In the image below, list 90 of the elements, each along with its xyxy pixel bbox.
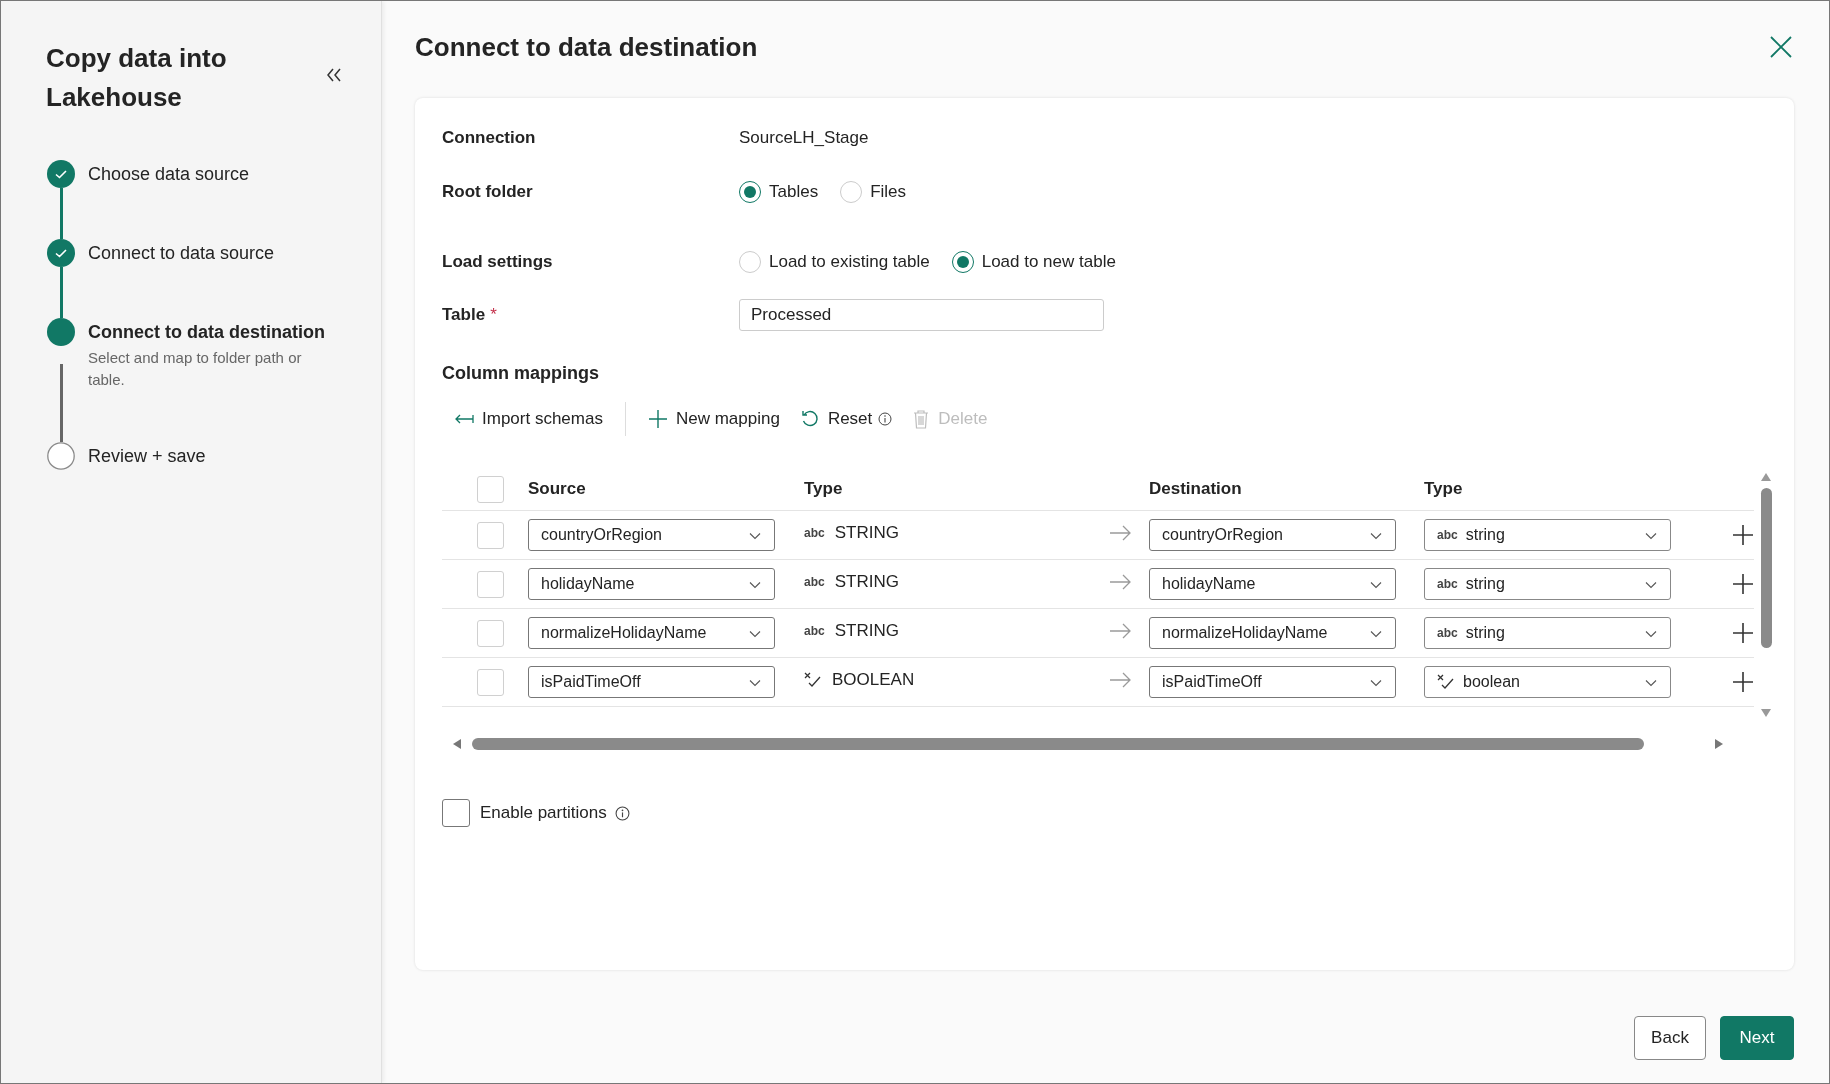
next-button[interactable]: Next bbox=[1720, 1016, 1794, 1060]
destination-column-dropdown[interactable]: normalizeHolidayName bbox=[1149, 617, 1396, 649]
collapse-icon[interactable] bbox=[325, 67, 343, 83]
chevron-down-icon bbox=[1645, 532, 1657, 540]
chevron-down-icon bbox=[749, 532, 761, 540]
toolbar-button[interactable]: Import schemas bbox=[454, 409, 615, 429]
toolbar-button[interactable]: Reset bbox=[799, 409, 905, 429]
scroll-up-icon[interactable] bbox=[1760, 472, 1772, 482]
source-column-dropdown[interactable]: holidayName bbox=[528, 568, 775, 600]
radio-option[interactable]: Load to existing table bbox=[739, 251, 930, 273]
add-icon[interactable] bbox=[1732, 671, 1754, 693]
destination-column-dropdown[interactable]: holidayName bbox=[1149, 568, 1396, 600]
column-header: Type bbox=[1424, 479, 1464, 499]
row-checkbox[interactable] bbox=[476, 521, 504, 549]
checkbox-label: Enable partitions bbox=[480, 803, 607, 823]
source-column-dropdown[interactable]: normalizeHolidayName bbox=[528, 617, 775, 649]
plus-icon bbox=[647, 409, 668, 429]
source-column-dropdown[interactable]: isPaidTimeOff bbox=[528, 666, 775, 698]
source-type-label: STRING bbox=[834, 621, 899, 641]
arrow-icon bbox=[1110, 525, 1132, 541]
string-type-icon: abc bbox=[1437, 626, 1458, 640]
required-asterisk: * bbox=[490, 305, 497, 325]
step-label: Connect to data source bbox=[88, 243, 275, 264]
source-type-label: BOOLEAN bbox=[832, 670, 915, 690]
arrow-icon bbox=[1110, 574, 1132, 590]
add-icon[interactable] bbox=[1732, 524, 1754, 546]
destination-type-dropdown[interactable]: abc string bbox=[1424, 617, 1671, 649]
scroll-down-icon[interactable] bbox=[1760, 708, 1772, 718]
chevron-down-icon bbox=[1645, 630, 1657, 638]
row-checkbox[interactable] bbox=[476, 668, 504, 696]
destination-type-dropdown[interactable]: abc string bbox=[1424, 568, 1671, 600]
trash-icon bbox=[912, 409, 931, 429]
source-column-dropdown[interactable]: countryOrRegion bbox=[528, 519, 775, 551]
add-icon[interactable] bbox=[1732, 622, 1754, 644]
column-header: Destination bbox=[1149, 479, 1243, 499]
table-name-field[interactable]: Processed bbox=[739, 299, 1104, 331]
close-icon[interactable] bbox=[1770, 36, 1792, 58]
chevron-down-icon bbox=[749, 679, 761, 687]
partitions-checkbox[interactable] bbox=[442, 799, 470, 827]
toolbar-button[interactable]: New mapping bbox=[647, 409, 792, 429]
scroll-right-icon[interactable] bbox=[1714, 738, 1724, 750]
field-label: Root folder bbox=[442, 182, 534, 202]
arrow-icon bbox=[1110, 623, 1132, 639]
column-header: Type bbox=[804, 479, 844, 499]
field-label: Connection bbox=[442, 128, 537, 148]
info-icon[interactable] bbox=[614, 805, 630, 821]
radio-option[interactable]: Load to new table bbox=[951, 251, 1116, 273]
string-type-icon: abc bbox=[804, 575, 825, 589]
string-type-icon: abc bbox=[1437, 528, 1458, 542]
arrow-icon bbox=[1110, 672, 1132, 688]
chevron-down-icon bbox=[749, 630, 761, 638]
scroll-left-icon[interactable] bbox=[452, 738, 462, 750]
source-type-label: STRING bbox=[834, 572, 899, 592]
chevron-down-icon bbox=[1370, 630, 1382, 638]
section-title: Column mappings bbox=[442, 363, 600, 384]
dialog-title: Connect to data destination bbox=[415, 31, 758, 63]
chevron-down-icon bbox=[749, 581, 761, 589]
boolean-type-icon bbox=[804, 672, 822, 688]
step-label: Review + save bbox=[88, 446, 206, 467]
step-label: Choose data source bbox=[88, 164, 250, 185]
destination-column-dropdown[interactable]: isPaidTimeOff bbox=[1149, 666, 1396, 698]
destination-type-dropdown[interactable]: abc string bbox=[1424, 519, 1671, 551]
connection-value: SourceLH_Stage bbox=[739, 128, 869, 148]
string-type-icon: abc bbox=[804, 624, 825, 638]
chevron-down-icon bbox=[1370, 581, 1382, 589]
radio-option[interactable]: Tables bbox=[739, 181, 819, 203]
reset-icon bbox=[799, 409, 820, 429]
chevron-down-icon bbox=[1645, 679, 1657, 687]
back-button[interactable]: Back bbox=[1634, 1016, 1706, 1060]
row-checkbox[interactable] bbox=[476, 619, 504, 647]
chevron-down-icon bbox=[1370, 532, 1382, 540]
destination-column-dropdown[interactable]: countryOrRegion bbox=[1149, 519, 1396, 551]
field-label: Load settings bbox=[442, 252, 554, 272]
radio-option[interactable]: Files bbox=[840, 181, 907, 203]
column-header: Source bbox=[528, 479, 587, 499]
import-arrow-icon bbox=[454, 412, 474, 426]
add-icon[interactable] bbox=[1732, 573, 1754, 595]
select-all-checkbox[interactable] bbox=[476, 475, 504, 503]
step-description: Select and map to folder path or table. bbox=[88, 348, 303, 390]
destination-type-dropdown[interactable]: boolean bbox=[1424, 666, 1671, 698]
row-checkbox[interactable] bbox=[476, 570, 504, 598]
step-label: Connect to data destination bbox=[88, 322, 326, 343]
chevron-down-icon bbox=[1645, 581, 1657, 589]
wizard-title: Copy data into Lakehouse bbox=[46, 42, 228, 114]
string-type-icon: abc bbox=[1437, 577, 1458, 591]
field-label: Table bbox=[442, 305, 486, 325]
chevron-down-icon bbox=[1370, 679, 1382, 687]
source-type-label: STRING bbox=[834, 523, 899, 543]
string-type-icon: abc bbox=[804, 526, 825, 540]
boolean-type-icon bbox=[1437, 674, 1455, 690]
